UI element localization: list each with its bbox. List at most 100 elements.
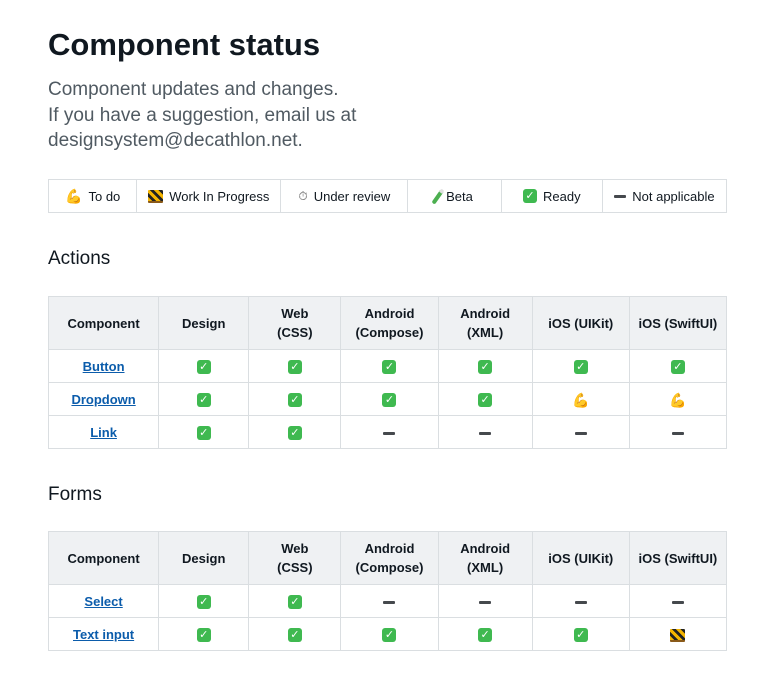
component-link[interactable]: Button xyxy=(83,359,125,374)
stopwatch-icon: ⏱ xyxy=(298,189,308,203)
status-cell: ✓ xyxy=(248,349,342,383)
intro-line: designsystem@decathlon.net. xyxy=(48,130,303,151)
column-header: Android (Compose) xyxy=(340,531,439,585)
column-header: Web (CSS) xyxy=(248,531,342,585)
status-cell: ✓ xyxy=(248,617,342,651)
legend-label: Work In Progress xyxy=(169,188,270,204)
column-header: iOS (SwiftUI) xyxy=(628,296,728,350)
status-legend: 💪 To do Work In Progress ⏱ Under review … xyxy=(48,179,727,213)
check-mark-icon: ✓ xyxy=(196,425,211,440)
legend-label: Not applicable xyxy=(632,188,715,204)
column-header-line: (CSS) xyxy=(277,325,313,340)
check-mark-icon: ✓ xyxy=(522,189,537,203)
column-header: iOS (UIKit) xyxy=(531,531,630,585)
table-header-row: Component Design Web (CSS) Android (Compose) A… xyxy=(47,531,728,585)
status-cell xyxy=(628,415,728,449)
minus-icon xyxy=(574,431,587,435)
check-mark-icon: ✓ xyxy=(670,359,685,374)
component-cell: Link xyxy=(47,415,160,449)
check-mark-icon: ✓ xyxy=(382,627,397,642)
legend-item-wip: Work In Progress xyxy=(137,180,282,212)
status-cell xyxy=(340,584,439,618)
status-cell: ✓ xyxy=(437,382,533,416)
construction-icon xyxy=(670,628,686,642)
component-link[interactable]: Link xyxy=(90,425,117,440)
column-header-line: (CSS) xyxy=(277,560,313,575)
status-table-actions: Component Design Web (CSS) Android (Compose) A… xyxy=(47,296,728,449)
column-header-line: (Compose) xyxy=(355,325,424,340)
status-cell xyxy=(628,584,728,618)
component-link[interactable]: Dropdown xyxy=(71,392,135,407)
page-title: Component status xyxy=(48,27,321,62)
test-tube-icon xyxy=(431,187,445,205)
status-cell: ✓ xyxy=(340,617,439,651)
status-cell: ✓ xyxy=(340,382,439,416)
status-cell: ✓ xyxy=(158,382,250,416)
column-header-line: Android xyxy=(460,306,511,321)
check-mark-icon: ✓ xyxy=(196,627,211,642)
table-row: Button ✓ ✓ ✓ ✓ ✓ ✓ xyxy=(47,349,728,383)
legend-item-beta: Beta xyxy=(408,180,502,212)
status-cell: ✓ xyxy=(158,617,250,651)
status-cell xyxy=(437,584,533,618)
flexed-biceps-icon: 💪 xyxy=(669,391,687,408)
status-cell: ✓ xyxy=(437,617,533,651)
column-header-line: Web xyxy=(281,306,309,321)
check-mark-icon: ✓ xyxy=(382,392,397,407)
column-header-line: Android xyxy=(364,541,415,556)
check-mark-icon: ✓ xyxy=(573,359,588,374)
column-header-line: (XML) xyxy=(467,325,504,340)
construction-icon xyxy=(148,189,164,203)
column-header-line: (XML) xyxy=(467,560,504,575)
check-mark-icon: ✓ xyxy=(478,627,493,642)
component-link[interactable]: Text input xyxy=(73,627,134,642)
status-cell: ✓ xyxy=(531,349,630,383)
check-mark-icon: ✓ xyxy=(287,425,302,440)
status-cell: ✓ xyxy=(340,349,439,383)
column-header: iOS (SwiftUI) xyxy=(628,531,728,585)
column-header: Web (CSS) xyxy=(248,296,342,350)
check-mark-icon: ✓ xyxy=(573,627,588,642)
column-header: iOS (UIKit) xyxy=(531,296,630,350)
column-header-line: Android xyxy=(460,541,511,556)
status-table-forms: Component Design Web (CSS) Android (Compose) A… xyxy=(47,531,728,651)
check-mark-icon: ✓ xyxy=(287,594,302,609)
column-header-line: Web xyxy=(281,541,309,556)
check-mark-icon: ✓ xyxy=(196,594,211,609)
column-header: Design xyxy=(158,531,250,585)
status-cell: 💪 xyxy=(628,382,728,416)
check-mark-icon: ✓ xyxy=(287,392,302,407)
component-cell: Button xyxy=(47,349,160,383)
status-cell: ✓ xyxy=(628,349,728,383)
status-cell: ✓ xyxy=(248,415,342,449)
minus-icon xyxy=(574,600,587,604)
legend-label: Beta xyxy=(446,188,473,204)
minus-icon xyxy=(671,600,684,604)
status-cell xyxy=(531,584,630,618)
intro-line: If you have a suggestion, email us at xyxy=(48,104,357,126)
legend-label: Under review xyxy=(313,188,391,204)
intro-line: Component updates and changes. xyxy=(48,79,339,100)
minus-icon xyxy=(671,431,684,435)
column-header: Android (XML) xyxy=(437,531,533,585)
status-cell: ✓ xyxy=(158,415,250,449)
check-mark-icon: ✓ xyxy=(478,392,493,407)
check-mark-icon: ✓ xyxy=(196,392,211,407)
table-row: Text input ✓ ✓ ✓ ✓ ✓ xyxy=(47,617,728,651)
legend-label: Ready xyxy=(542,188,581,204)
column-header: Android (Compose) xyxy=(340,296,439,350)
status-cell xyxy=(340,415,439,449)
legend-item-na: Not applicable xyxy=(603,180,726,212)
column-header: Design xyxy=(158,296,250,350)
component-cell: Text input xyxy=(47,617,160,651)
status-cell xyxy=(628,617,728,651)
minus-icon xyxy=(383,600,396,604)
table-row: Dropdown ✓ ✓ ✓ ✓ 💪 💪 xyxy=(47,382,728,416)
status-cell: ✓ xyxy=(437,349,533,383)
status-cell: ✓ xyxy=(248,584,342,618)
column-header: Component xyxy=(47,531,160,585)
component-link[interactable]: Select xyxy=(84,594,122,609)
section-title-forms: Forms xyxy=(48,484,102,505)
check-mark-icon: ✓ xyxy=(382,359,397,374)
table-row: Select ✓ ✓ xyxy=(47,584,728,618)
